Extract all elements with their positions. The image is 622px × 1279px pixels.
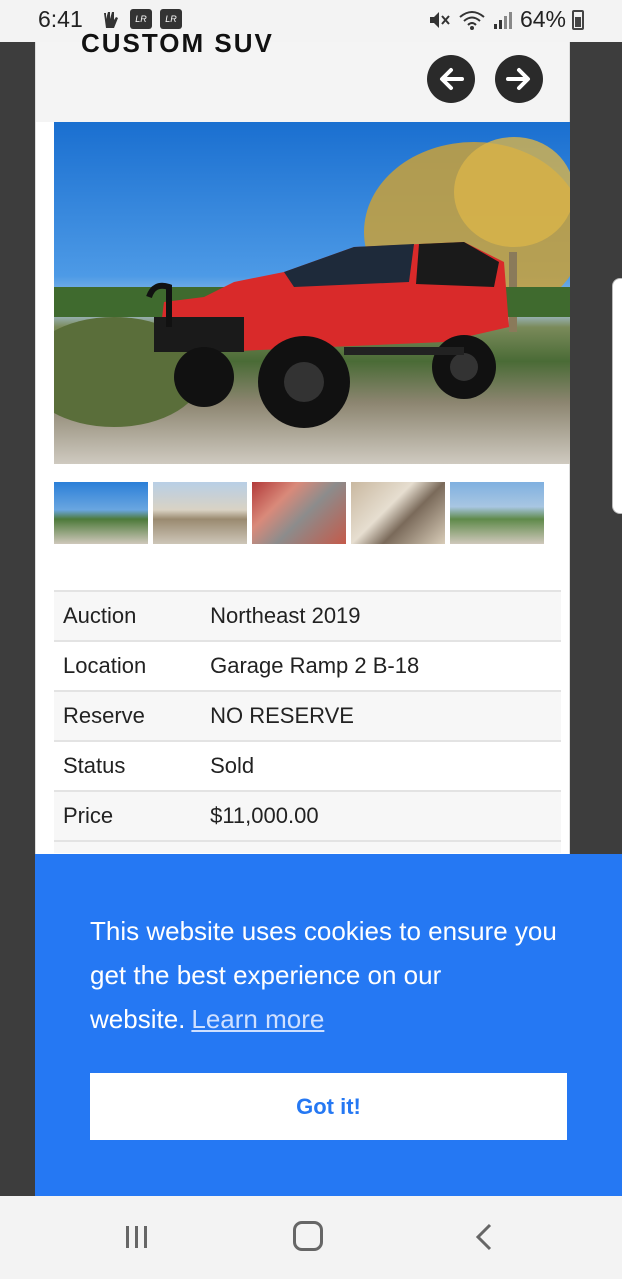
detail-label: Auction [54,590,209,641]
table-row: Auction Northeast 2019 [54,590,561,641]
thumbnail-2[interactable] [153,482,247,544]
table-row: Price $11,000.00 [54,790,561,841]
table-row: Status Sold [54,740,561,791]
got-it-button[interactable]: Got it! [90,1073,567,1140]
listing-header: CUSTOM SUV [36,28,569,122]
android-nav-bar [0,1196,622,1279]
listing-card: CUSTOM SUV Auction Northeast 2019 Locati… [35,28,570,872]
vehicle-details-table: Auction Northeast 2019 Location Garage R… [54,590,561,853]
detail-label: Reserve [54,690,209,741]
main-vehicle-photo[interactable] [54,122,570,464]
home-icon[interactable] [293,1221,323,1251]
wifi-icon [459,10,485,30]
vehicle-illustration [54,137,570,428]
cookie-message: This website uses cookies to ensure you … [90,909,560,1041]
recent-apps-icon[interactable] [122,1222,152,1252]
edge-panel-handle[interactable] [612,278,622,514]
next-listing-button[interactable] [495,55,543,103]
detail-label: Status [54,740,209,791]
listing-title: CUSTOM SUV [81,28,274,58]
detail-value: Sold [208,740,561,791]
table-row: Reserve NO RESERVE [54,690,561,741]
thumbnail-3[interactable] [252,482,346,544]
thumbnail-4[interactable] [351,482,445,544]
battery-icon [572,9,584,30]
back-icon[interactable] [472,1222,498,1252]
arrow-left-icon [440,68,464,90]
notif-icon-1: LR [130,9,152,29]
detail-value: Garage Ramp 2 B-18 [208,640,561,691]
notif-icon-2: LR [160,9,182,29]
table-row [54,840,561,853]
detail-value: $11,000.00 [208,790,561,841]
detail-value: Northeast 2019 [208,590,561,641]
arrow-right-icon [506,68,530,90]
detail-label: Location [54,640,209,691]
status-time: 6:41 [38,6,83,32]
mute-icon [429,11,450,28]
battery-percent: 64% [519,6,566,32]
detail-label: Price [54,790,209,841]
cookie-banner: This website uses cookies to ensure you … [35,854,622,1196]
learn-more-link[interactable]: Learn more [191,1004,324,1034]
thumbnail-1[interactable] [54,482,148,544]
table-row: Location Garage Ramp 2 B-18 [54,640,561,691]
previous-listing-button[interactable] [427,55,475,103]
thumbnail-strip [54,482,544,544]
signal-icon [493,11,512,29]
detail-value: NO RESERVE [208,690,561,741]
status-right: 64% [428,6,584,33]
thumbnail-5[interactable] [450,482,544,544]
